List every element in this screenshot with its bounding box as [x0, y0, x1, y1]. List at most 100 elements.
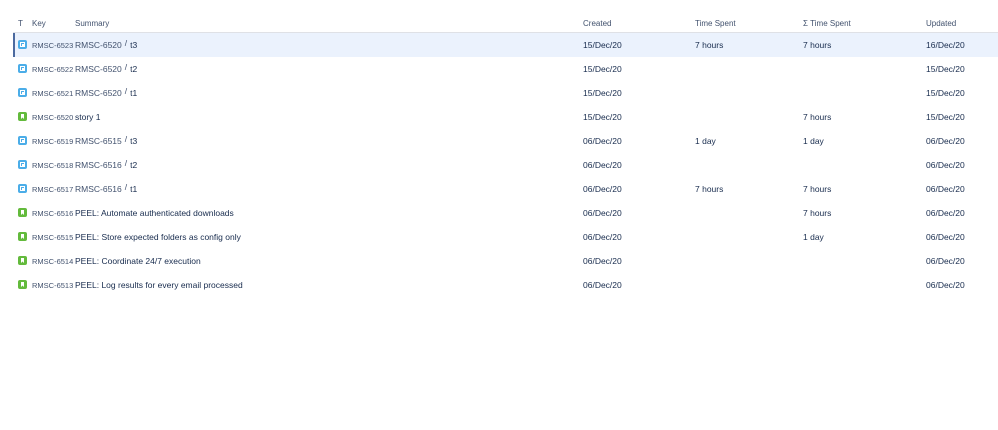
issue-key-link[interactable]: RMSC-6521 — [32, 89, 73, 98]
summary-link[interactable]: PEEL: Log results for every email proces… — [75, 280, 243, 290]
issue-key-link[interactable]: RMSC-6516 — [32, 209, 73, 218]
subtask-icon — [18, 160, 27, 169]
issue-key-link[interactable]: RMSC-6523 — [32, 41, 73, 50]
summary-link[interactable]: t2 — [130, 160, 137, 170]
table-row[interactable]: RMSC-6523 RMSC-6520/t3 15/Dec/20 7 hours 7 h… — [13, 33, 998, 57]
issue-key-link[interactable]: RMSC-6517 — [32, 185, 73, 194]
table-row[interactable]: RMSC-6522 RMSC-6520/t2 15/Dec/20 15/Dec/20 — [13, 57, 998, 81]
table-row[interactable]: RMSC-6515 PEEL: Store expected folders as… — [13, 225, 998, 249]
summary-cell: PEEL: Store expected folders as config o… — [75, 232, 241, 242]
time-spent-cell: 7 hours — [695, 184, 724, 194]
summary-cell: RMSC-6516/t1 — [75, 182, 137, 194]
issue-key-link[interactable]: RMSC-6522 — [32, 65, 73, 74]
updated-cell: 15/Dec/20 — [926, 112, 965, 122]
updated-cell: 06/Dec/20 — [926, 136, 965, 146]
column-header-sigma-time-spent[interactable]: Σ Time Spent — [803, 19, 851, 28]
parent-issue-link[interactable]: RMSC-6520 — [75, 40, 122, 50]
column-header-time-spent[interactable]: Time Spent — [695, 19, 736, 28]
parent-separator: / — [124, 86, 128, 96]
subtask-icon — [18, 136, 27, 145]
table-row[interactable]: RMSC-6513 PEEL: Log results for every ema… — [13, 273, 998, 297]
updated-cell: 06/Dec/20 — [926, 160, 965, 170]
parent-issue-link[interactable]: RMSC-6520 — [75, 64, 122, 74]
issue-type-cell — [18, 112, 27, 121]
summary-link[interactable]: story 1 — [75, 112, 101, 122]
updated-cell: 06/Dec/20 — [926, 256, 965, 266]
updated-cell: 15/Dec/20 — [926, 88, 965, 98]
summary-cell: RMSC-6516/t2 — [75, 158, 137, 170]
sigma-time-spent-cell: 7 hours — [803, 208, 832, 218]
updated-cell: 15/Dec/20 — [926, 64, 965, 74]
issue-type-cell — [18, 160, 27, 169]
issue-table: T Key Summary Created Time Spent Σ Time … — [13, 14, 998, 297]
issue-key-link[interactable]: RMSC-6518 — [32, 161, 73, 170]
issue-key-link[interactable]: RMSC-6520 — [32, 113, 73, 122]
created-cell: 15/Dec/20 — [583, 40, 622, 50]
summary-link[interactable]: t2 — [130, 64, 137, 74]
story-icon — [18, 112, 27, 121]
column-header-created[interactable]: Created — [583, 19, 611, 28]
column-header-key[interactable]: Key — [32, 19, 46, 28]
summary-link[interactable]: PEEL: Automate authenticated downloads — [75, 208, 234, 218]
table-row[interactable]: RMSC-6518 RMSC-6516/t2 06/Dec/20 06/Dec/20 — [13, 153, 998, 177]
story-icon — [18, 256, 27, 265]
updated-cell: 06/Dec/20 — [926, 208, 965, 218]
summary-cell: PEEL: Automate authenticated downloads — [75, 208, 234, 218]
parent-issue-link[interactable]: RMSC-6515 — [75, 136, 122, 146]
parent-separator: / — [124, 62, 128, 72]
created-cell: 15/Dec/20 — [583, 88, 622, 98]
issue-key-link[interactable]: RMSC-6513 — [32, 281, 73, 290]
summary-cell: RMSC-6515/t3 — [75, 134, 137, 146]
created-cell: 06/Dec/20 — [583, 232, 622, 242]
table-row[interactable]: RMSC-6520 story 1 15/Dec/20 7 hours 15/Dec/2… — [13, 105, 998, 129]
subtask-icon — [18, 88, 27, 97]
summary-cell: RMSC-6520/t1 — [75, 86, 137, 98]
summary-link[interactable]: PEEL: Store expected folders as config o… — [75, 232, 241, 242]
created-cell: 06/Dec/20 — [583, 256, 622, 266]
issue-key-link[interactable]: RMSC-6514 — [32, 257, 73, 266]
column-header-updated[interactable]: Updated — [926, 19, 956, 28]
summary-cell: PEEL: Coordinate 24/7 execution — [75, 256, 201, 266]
created-cell: 15/Dec/20 — [583, 112, 622, 122]
column-header-summary[interactable]: Summary — [75, 19, 109, 28]
subtask-icon — [18, 184, 27, 193]
issue-type-cell — [18, 136, 27, 145]
parent-separator: / — [124, 182, 128, 192]
column-header-type[interactable]: T — [18, 19, 23, 28]
issue-key-link[interactable]: RMSC-6519 — [32, 137, 73, 146]
created-cell: 06/Dec/20 — [583, 280, 622, 290]
sigma-time-spent-cell: 7 hours — [803, 40, 832, 50]
created-cell: 15/Dec/20 — [583, 64, 622, 74]
summary-link[interactable]: t1 — [130, 88, 137, 98]
summary-link[interactable]: t3 — [130, 40, 137, 50]
summary-link[interactable]: t1 — [130, 184, 137, 194]
updated-cell: 06/Dec/20 — [926, 232, 965, 242]
table-row[interactable]: RMSC-6514 PEEL: Coordinate 24/7 execution… — [13, 249, 998, 273]
story-icon — [18, 232, 27, 241]
parent-issue-link[interactable]: RMSC-6520 — [75, 88, 122, 98]
issue-type-cell — [18, 232, 27, 241]
issue-type-cell — [18, 184, 27, 193]
issue-type-cell — [18, 88, 27, 97]
table-header: T Key Summary Created Time Spent Σ Time … — [13, 14, 998, 33]
updated-cell: 16/Dec/20 — [926, 40, 965, 50]
summary-link[interactable]: t3 — [130, 136, 137, 146]
parent-separator: / — [124, 134, 128, 144]
table-row[interactable]: RMSC-6516 PEEL: Automate authenticated do… — [13, 201, 998, 225]
table-row[interactable]: RMSC-6519 RMSC-6515/t3 06/Dec/20 1 day 1 day… — [13, 129, 998, 153]
updated-cell: 06/Dec/20 — [926, 184, 965, 194]
issue-key-link[interactable]: RMSC-6515 — [32, 233, 73, 242]
sigma-time-spent-cell: 7 hours — [803, 184, 832, 194]
parent-issue-link[interactable]: RMSC-6516 — [75, 184, 122, 194]
table-row[interactable]: RMSC-6517 RMSC-6516/t1 06/Dec/20 7 hours 7 h… — [13, 177, 998, 201]
parent-issue-link[interactable]: RMSC-6516 — [75, 160, 122, 170]
updated-cell: 06/Dec/20 — [926, 280, 965, 290]
sigma-time-spent-cell: 7 hours — [803, 112, 832, 122]
parent-separator: / — [124, 38, 128, 48]
story-icon — [18, 280, 27, 289]
table-row[interactable]: RMSC-6521 RMSC-6520/t1 15/Dec/20 15/Dec/20 — [13, 81, 998, 105]
created-cell: 06/Dec/20 — [583, 160, 622, 170]
summary-link[interactable]: PEEL: Coordinate 24/7 execution — [75, 256, 201, 266]
summary-cell: PEEL: Log results for every email proces… — [75, 280, 243, 290]
created-cell: 06/Dec/20 — [583, 136, 622, 146]
